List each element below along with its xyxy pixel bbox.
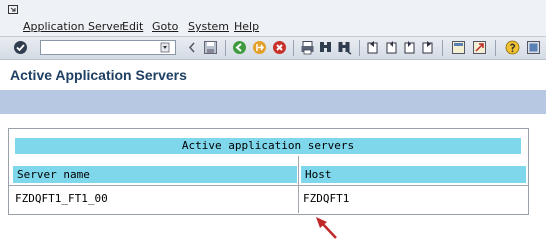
application-toolbar: [0, 90, 546, 114]
cancel-icon[interactable]: [272, 40, 287, 55]
find-next-icon[interactable]: [337, 40, 352, 55]
last-page-icon[interactable]: [420, 40, 435, 55]
print-icon[interactable]: [300, 40, 315, 55]
page-title: Active Application Servers: [10, 67, 187, 83]
enter-icon[interactable]: [13, 40, 28, 55]
toolbar-separator: [442, 40, 443, 56]
command-dropdown-icon[interactable]: [160, 40, 170, 55]
next-page-icon[interactable]: [402, 40, 417, 55]
header-divider: [9, 185, 528, 186]
menu-help[interactable]: Help: [234, 20, 259, 33]
table-cell-host[interactable]: FZDQFT1: [303, 192, 349, 205]
system-menu-icon[interactable]: [8, 5, 20, 15]
menu-edit[interactable]: Edit: [122, 20, 143, 33]
red-arrow-annotation: [316, 217, 337, 239]
toolbar-separator: [495, 40, 496, 56]
toolbar-separator: [293, 40, 294, 56]
server-list-frame: Active application servers Server name H…: [8, 128, 529, 215]
command-field[interactable]: [40, 40, 176, 55]
standard-toolbar: [0, 36, 546, 60]
help-icon[interactable]: [505, 40, 520, 55]
menu-application-server[interactable]: Application Server: [23, 20, 124, 33]
previous-page-icon[interactable]: [384, 40, 399, 55]
first-page-icon[interactable]: [366, 40, 381, 55]
toolbar-separator: [225, 40, 226, 56]
shortcut-icon[interactable]: [472, 40, 487, 55]
exit-icon[interactable]: [252, 40, 267, 55]
layout-menu-icon[interactable]: [526, 40, 541, 55]
back-icon[interactable]: [232, 40, 247, 55]
create-session-icon[interactable]: [451, 40, 466, 55]
save-icon[interactable]: [203, 40, 218, 55]
column-header-server-name[interactable]: Server name: [13, 166, 297, 183]
window-title-strip: [0, 0, 546, 18]
toolbar-separator: [359, 40, 360, 56]
menu-bar: Application Server Edit Goto System Help: [0, 18, 546, 36]
column-header-host[interactable]: Host: [301, 166, 526, 183]
menu-goto[interactable]: Goto: [152, 20, 178, 33]
back-arrow-icon[interactable]: [187, 40, 197, 55]
list-title: Active application servers: [15, 138, 521, 154]
menu-system[interactable]: System: [188, 20, 229, 33]
find-icon[interactable]: [318, 40, 333, 55]
table-cell-server-name[interactable]: FZDQFT1_FT1_00: [15, 192, 108, 205]
